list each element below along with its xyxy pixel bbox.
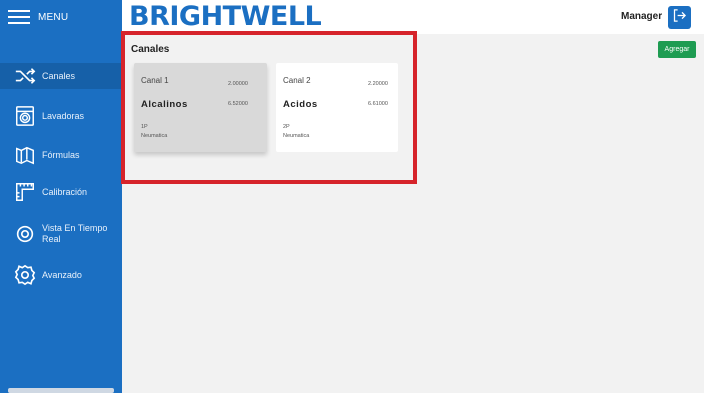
sidebar: MENU Canales Lavadoras Fórmulas Calibrac… xyxy=(0,0,122,393)
card-value-2: 6.52000 xyxy=(228,101,248,107)
user-name: Manager xyxy=(621,11,663,22)
sidebar-item-calibracion[interactable]: Calibración xyxy=(0,179,122,205)
sidebar-scrollbar[interactable] xyxy=(8,388,114,393)
menu-label: MENU xyxy=(38,11,69,23)
formula-icon xyxy=(14,144,36,166)
header: BRIGHTWELL Manager xyxy=(122,0,704,34)
card-value-2: 6.61000 xyxy=(368,101,388,107)
card-type: Acidos xyxy=(283,99,318,110)
card-type: Alcalinos xyxy=(141,99,188,110)
sidebar-item-label: Avanzado xyxy=(42,269,82,280)
card-value-1: 2.00000 xyxy=(228,81,248,87)
sidebar-item-vista-en-tiempo-real[interactable]: Vista En Tiempo Real xyxy=(0,218,122,250)
ruler-icon xyxy=(14,181,36,203)
gear-icon xyxy=(14,264,36,286)
card-value-1: 2.20000 xyxy=(368,81,388,87)
card-code: 1P xyxy=(141,124,148,130)
sidebar-item-label: Calibración xyxy=(42,186,88,197)
card-name: Canal 1 xyxy=(141,76,169,85)
sidebar-item-label: Vista En Tiempo Real xyxy=(42,223,108,244)
sidebar-item-lavadoras[interactable]: Lavadoras xyxy=(0,103,122,129)
channel-card[interactable]: Canal 1 2.00000 Alcalinos 6.52000 1P Neu… xyxy=(134,63,267,152)
sidebar-item-label: Fórmulas xyxy=(42,149,80,160)
eye-icon xyxy=(14,223,36,245)
washing-machine-icon xyxy=(14,105,36,127)
card-mode: Neumatica xyxy=(283,133,310,139)
sidebar-item-formulas[interactable]: Fórmulas xyxy=(0,142,122,168)
add-button[interactable]: Agregar xyxy=(658,41,696,58)
menu-toggle[interactable]: MENU xyxy=(0,0,122,34)
logout-icon xyxy=(672,8,687,28)
shuffle-icon xyxy=(14,65,36,87)
brand-logo: BRIGHTWELL xyxy=(129,1,322,32)
card-code: 2P xyxy=(283,124,290,130)
sidebar-item-label: Canales xyxy=(42,70,76,81)
sidebar-item-label: Lavadoras xyxy=(42,110,85,121)
card-mode: Neumatica xyxy=(141,133,168,139)
logout-button[interactable] xyxy=(668,6,691,29)
hamburger-icon xyxy=(8,10,30,24)
sidebar-item-avanzado[interactable]: Avanzado xyxy=(0,262,122,288)
sidebar-item-canales[interactable]: Canales xyxy=(0,63,122,89)
card-name: Canal 2 xyxy=(283,76,311,85)
channel-card[interactable]: Canal 2 2.20000 Acidos 6.61000 2P Neumat… xyxy=(276,63,398,152)
